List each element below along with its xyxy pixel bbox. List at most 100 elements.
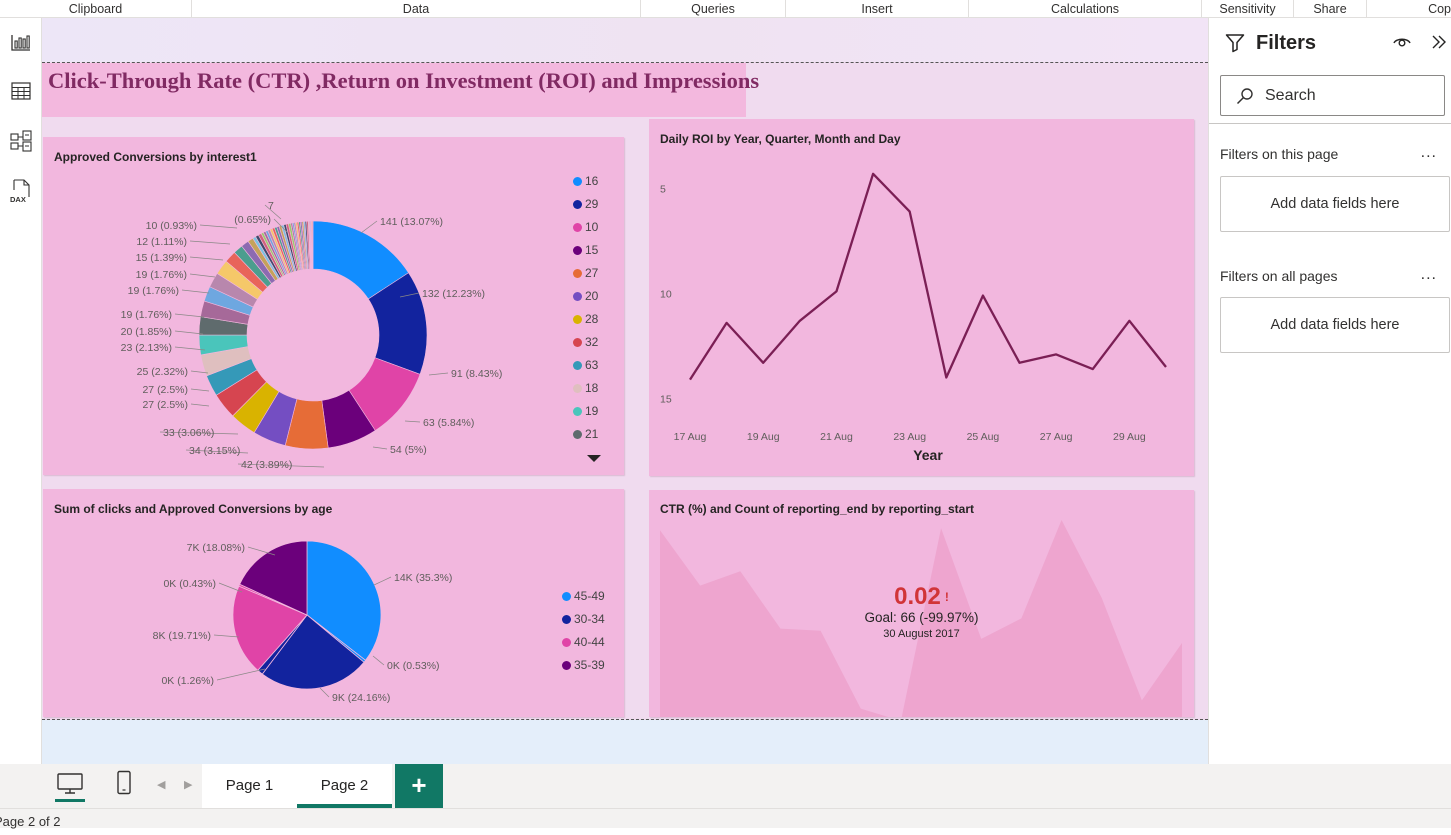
x-tick-label: 17 Aug: [674, 431, 707, 443]
more-options-icon[interactable]: ...: [1421, 266, 1437, 284]
canvas-lower-area: [42, 720, 1208, 764]
legend-item[interactable]: 63: [573, 358, 598, 372]
pie-chart: 14K (35.3%) 0K (0.53%) 9K (24.16%) 0K (1.26…: [153, 540, 452, 704]
leader-line: [190, 388, 210, 392]
desktop-layout-icon[interactable]: [56, 772, 84, 798]
legend-marker: [573, 222, 582, 232]
filters-divider: [1209, 123, 1451, 124]
more-options-icon[interactable]: ...: [1421, 144, 1437, 162]
page-tab-1[interactable]: Page 1: [202, 764, 297, 808]
donut-data-label: 91 (8.43%): [451, 368, 502, 380]
donut-visual[interactable]: Approved Conversions by interest1 141 (1…: [43, 137, 624, 475]
y-tick-label: 15: [660, 394, 672, 406]
ribbon-group-insert[interactable]: Insert: [786, 0, 969, 18]
legend-label: 10: [585, 220, 599, 234]
search-icon: [1236, 88, 1253, 105]
legend-item[interactable]: 32: [573, 335, 598, 349]
line-visual[interactable]: Daily ROI by Year, Quarter, Month and Da…: [649, 119, 1194, 476]
mobile-layout-icon[interactable]: [116, 770, 132, 796]
legend-marker: [573, 429, 582, 439]
legend-item[interactable]: 40-44: [562, 635, 605, 649]
x-tick-label: 23 Aug: [893, 431, 926, 443]
filters-on-this-page-label: Filters on this page: [1220, 146, 1339, 162]
donut-data-label: 34 (3.15%): [189, 445, 240, 457]
donut-data-label: 19 (1.76%): [121, 309, 172, 321]
next-page-icon[interactable]: ▶: [184, 778, 192, 791]
legend-marker: [573, 337, 582, 347]
model-view-icon[interactable]: [5, 125, 37, 157]
legend-marker: [573, 291, 582, 301]
legend-item[interactable]: 27: [573, 266, 598, 280]
legend-item[interactable]: 20: [573, 289, 598, 303]
legend-scroll-down-icon[interactable]: [587, 455, 601, 462]
ribbon-group-copilot[interactable]: Cop: [1367, 0, 1451, 18]
report-title-box[interactable]: Click-Through Rate (CTR) ,Return on Inve…: [42, 63, 759, 117]
add-page-button[interactable]: +: [395, 764, 443, 808]
ribbon-group-data[interactable]: Data: [192, 0, 641, 18]
dax-label: DAX: [10, 195, 26, 204]
filter-search-input[interactable]: Search: [1220, 75, 1445, 116]
legend-item[interactable]: 16: [573, 174, 598, 188]
legend-item[interactable]: 30-34: [562, 612, 605, 626]
legend-item[interactable]: 45-49: [562, 589, 605, 603]
legend-item[interactable]: 10: [573, 220, 598, 234]
legend-label: 32: [585, 335, 599, 349]
ribbon-group-calculations[interactable]: Calculations: [969, 0, 1202, 18]
leader-line: [319, 687, 330, 698]
legend-item[interactable]: 21: [573, 427, 598, 441]
x-tick-label: 29 Aug: [1113, 431, 1146, 443]
line-chart: 15 10 5 17 Aug 19 Aug 21 Aug 23 Aug 25 Aug 27 Au…: [660, 172, 1167, 463]
filters-title: Filters: [1256, 32, 1317, 54]
kpi-visual[interactable]: CTR (%) and Count of reporting_end by re…: [649, 490, 1194, 717]
legend-item[interactable]: 28: [573, 312, 598, 326]
leader-line: [199, 224, 238, 229]
add-page-filter-well[interactable]: Add data fields here: [1220, 176, 1450, 232]
pie-data-label: 0K (0.43%): [163, 578, 216, 590]
roi-line[interactable]: [689, 172, 1167, 381]
legend-label: 15: [585, 243, 599, 257]
ribbon-group-share[interactable]: Share: [1294, 0, 1367, 18]
x-axis-title: Year: [913, 447, 943, 463]
collapse-pane-icon[interactable]: [1431, 34, 1447, 50]
legend-label: 29: [585, 197, 599, 211]
donut-data-label: 7: [268, 200, 274, 212]
dax-query-view-icon[interactable]: DAX: [5, 176, 37, 208]
add-all-pages-filter-well[interactable]: Add data fields here: [1220, 297, 1450, 353]
donut-data-label: 27 (2.5%): [142, 384, 188, 396]
donut-slice[interactable]: [311, 220, 314, 270]
view-switcher: DAX: [0, 18, 42, 764]
legend-item[interactable]: 15: [573, 243, 598, 257]
ribbon-group-clipboard[interactable]: Clipboard: [0, 0, 192, 18]
leader-line: [373, 576, 392, 586]
table-view-icon[interactable]: [5, 75, 37, 107]
legend-item[interactable]: 29: [573, 197, 598, 211]
leader-line: [372, 655, 385, 666]
report-title: Click-Through Rate (CTR) ,Return on Inve…: [48, 68, 760, 93]
pie-data-label: 8K (19.71%): [153, 630, 211, 642]
legend-label: 20: [585, 289, 599, 303]
ribbon: Clipboard Data Queries Insert Calculatio…: [0, 0, 1451, 18]
y-tick-label: 5: [660, 184, 666, 196]
donut-data-label: 27 (2.5%): [142, 399, 188, 411]
legend-marker: [562, 637, 571, 647]
x-tick-label: 19 Aug: [747, 431, 780, 443]
legend-item[interactable]: 18: [573, 381, 598, 395]
status-bar: Page 2 of 2: [0, 808, 1451, 829]
filters-pane: Filters Search Filters on this page ... …: [1208, 18, 1451, 764]
previous-page-icon[interactable]: ◀: [157, 778, 165, 791]
report-view-icon[interactable]: [5, 26, 37, 58]
pie-data-label: 14K (35.3%): [394, 572, 452, 584]
donut-data-label: 10 (0.93%): [146, 220, 197, 232]
legend-label: 16: [585, 174, 599, 188]
pie-data-label: 9K (24.16%): [332, 692, 390, 704]
legend-item[interactable]: 35-39: [562, 658, 605, 672]
page-tab-2[interactable]: Page 2: [297, 764, 392, 808]
ribbon-group-sensitivity[interactable]: Sensitivity: [1202, 0, 1294, 18]
donut-data-label: 12 (1.11%): [136, 236, 187, 248]
legend-label: 40-44: [574, 635, 605, 649]
legend-item[interactable]: 19: [573, 404, 598, 418]
pie-visual[interactable]: Sum of clicks and Approved Conversions b…: [43, 489, 624, 717]
eye-icon[interactable]: [1393, 35, 1411, 49]
legend-marker: [562, 614, 571, 624]
ribbon-group-queries[interactable]: Queries: [641, 0, 786, 18]
